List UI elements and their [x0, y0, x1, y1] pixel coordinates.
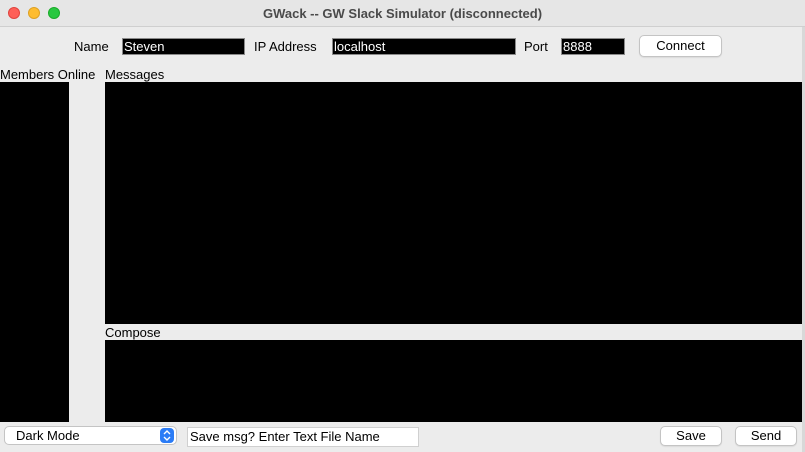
connect-button[interactable]: Connect — [639, 35, 722, 57]
compose-label: Compose — [105, 325, 161, 340]
app-window: GWack -- GW Slack Simulator (disconnecte… — [0, 0, 805, 452]
messages-label: Messages — [105, 67, 165, 82]
name-label: Name — [74, 39, 109, 54]
port-field[interactable]: 8888 — [561, 38, 625, 55]
ip-address-field[interactable]: localhost — [332, 38, 516, 55]
theme-select-value: Dark Mode — [16, 428, 80, 443]
save-button[interactable]: Save — [660, 426, 722, 446]
title-bar: GWack -- GW Slack Simulator (disconnecte… — [0, 0, 805, 27]
port-label: Port — [524, 39, 548, 54]
send-button[interactable]: Send — [735, 426, 797, 446]
theme-select[interactable]: Dark Mode — [4, 426, 177, 445]
name-field[interactable]: Steven — [122, 38, 245, 55]
members-online-list[interactable] — [0, 82, 69, 422]
members-online-label: Members Online — [0, 67, 96, 82]
messages-area[interactable] — [105, 82, 802, 324]
compose-area[interactable] — [105, 340, 802, 422]
chevron-up-down-icon[interactable] — [160, 428, 174, 443]
window-title: GWack -- GW Slack Simulator (disconnecte… — [262, 6, 543, 21]
ip-address-label: IP Address — [254, 39, 317, 54]
save-filename-field[interactable]: Save msg? Enter Text File Name — [187, 427, 419, 447]
